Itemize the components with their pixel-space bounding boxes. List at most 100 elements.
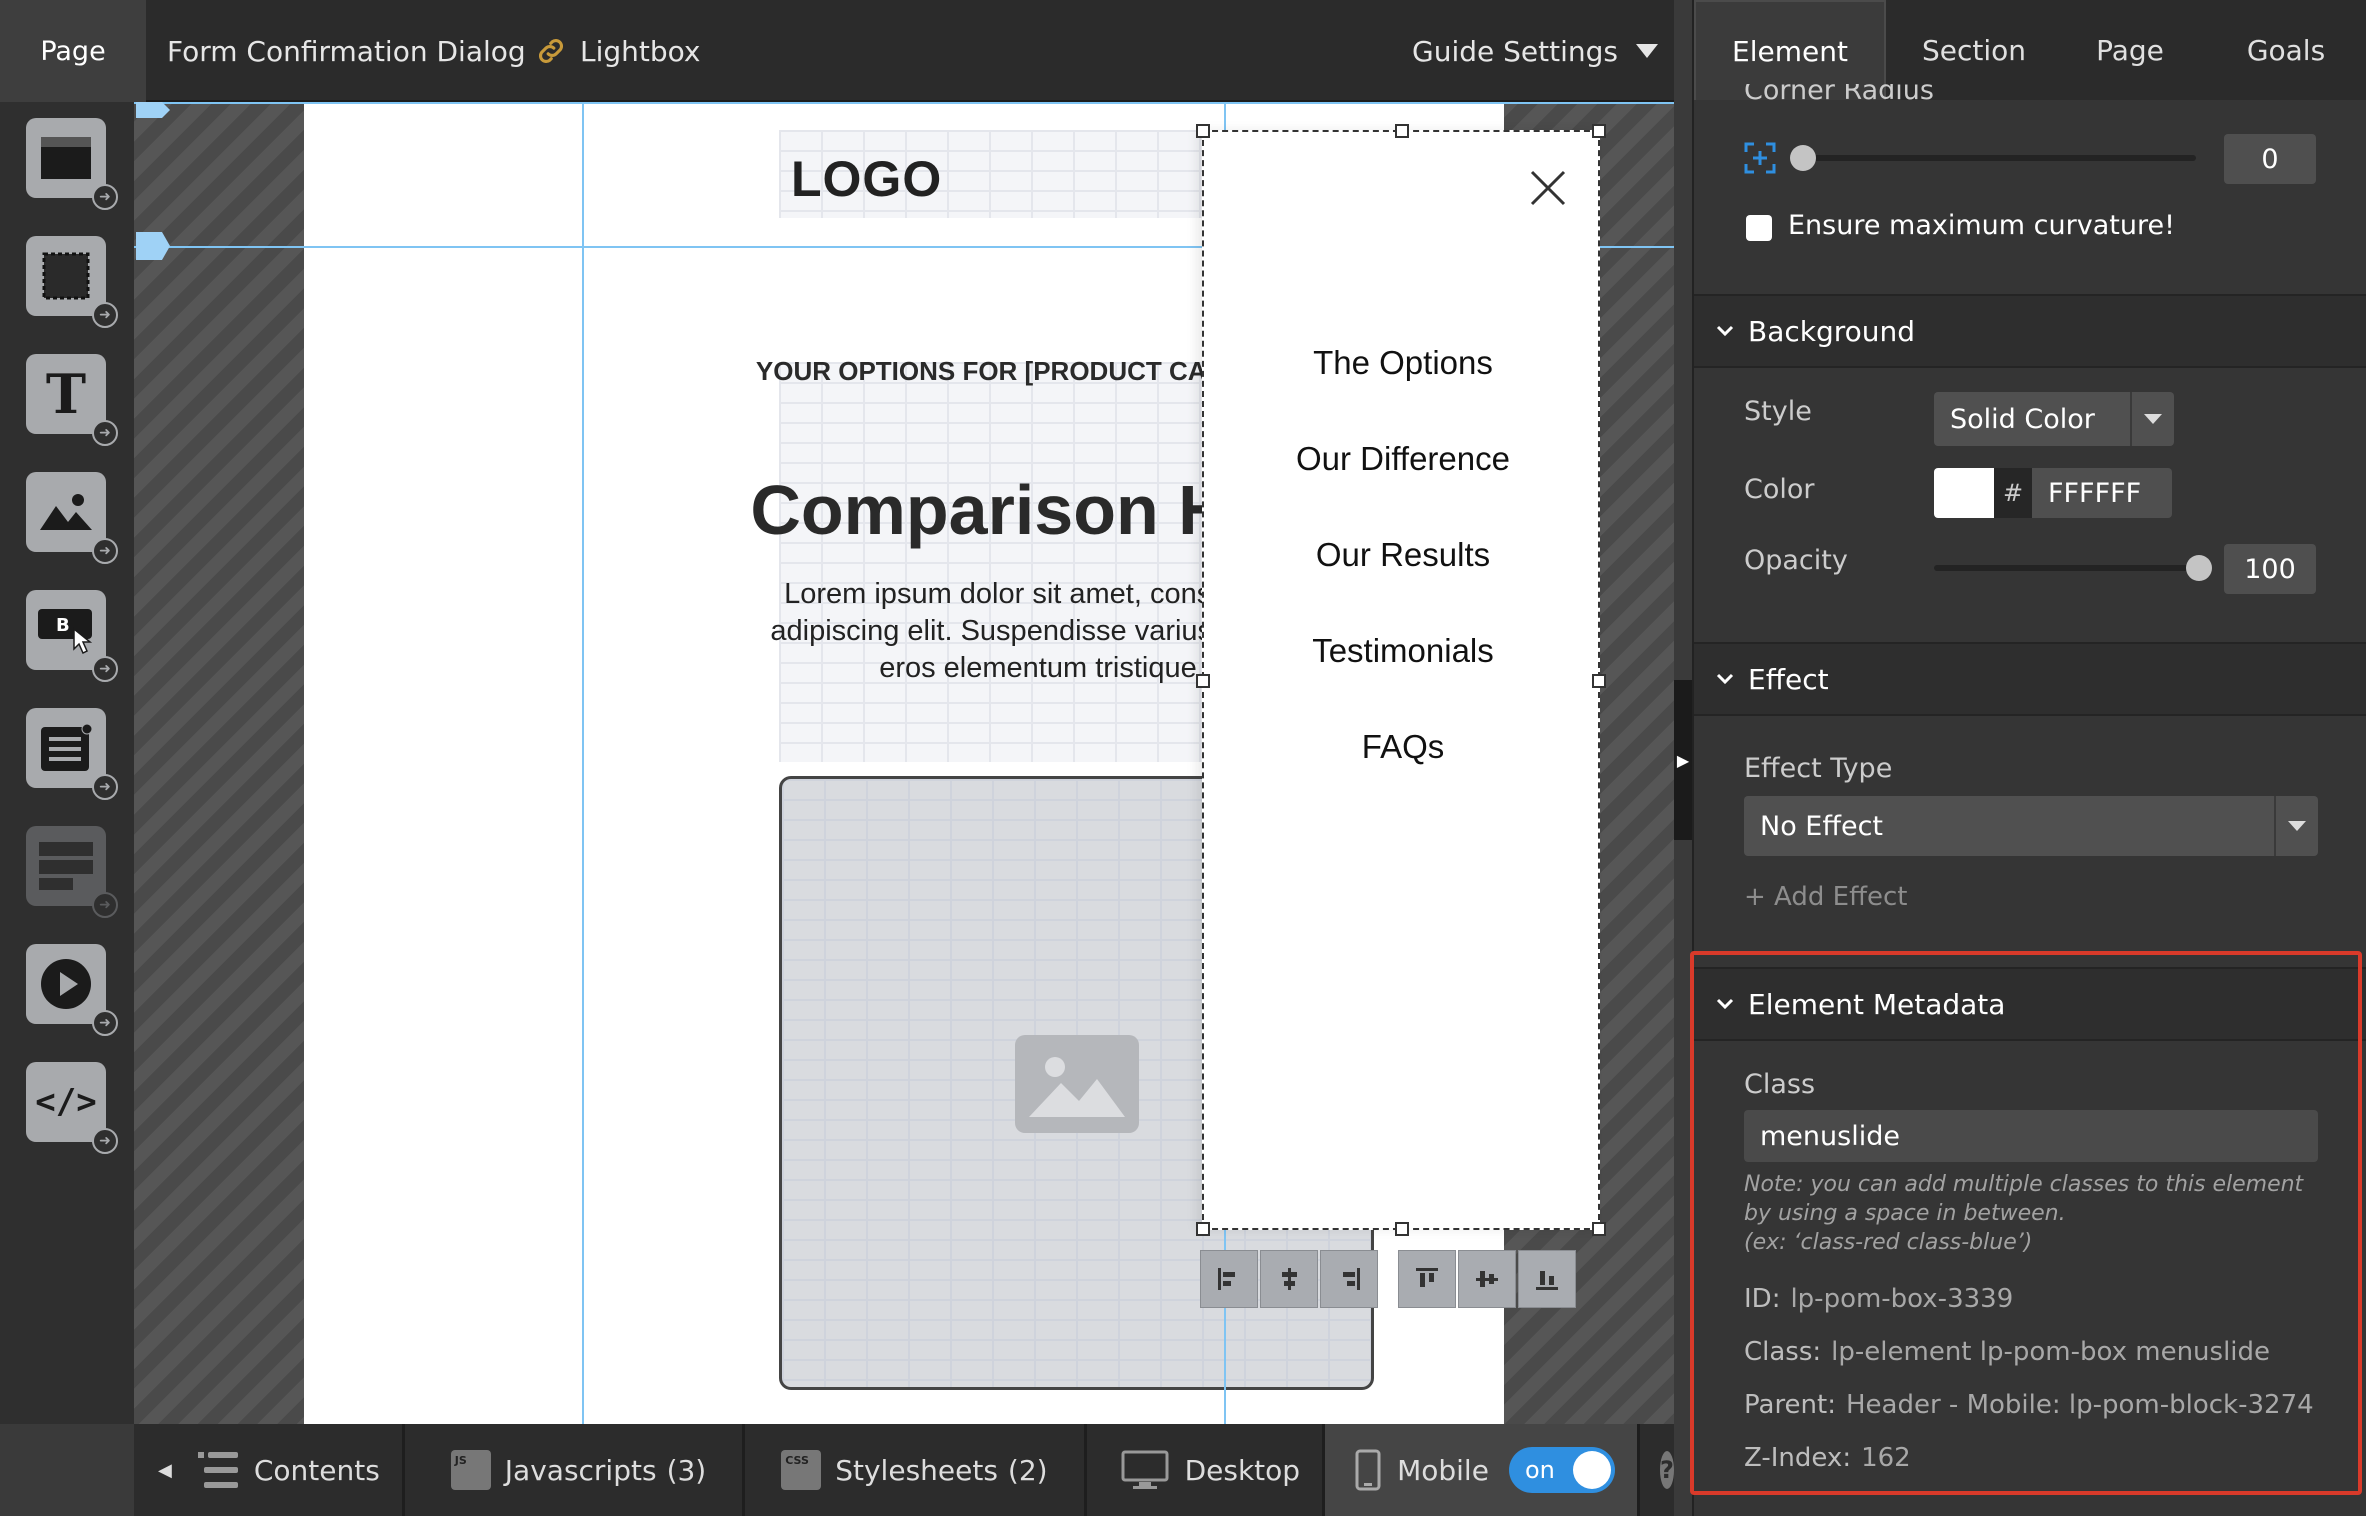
js-file-icon: JS <box>450 1450 491 1490</box>
ensure-curvature-checkbox[interactable] <box>1746 215 1772 241</box>
help-icon[interactable]: ? <box>1659 1451 1674 1489</box>
menu-link-difference[interactable]: Our Difference <box>1204 440 1602 478</box>
list-icon <box>197 1452 238 1488</box>
menu-link-options[interactable]: The Options <box>1204 344 1602 382</box>
menu-link-testimonials[interactable]: Testimonials <box>1204 632 1602 670</box>
image-tool[interactable]: ➜ <box>26 472 118 564</box>
alignment-toolbar <box>1200 1250 1578 1310</box>
video-tool[interactable]: ➜ <box>26 944 118 1036</box>
svg-text:B: B <box>56 615 70 636</box>
video-icon <box>41 959 91 1009</box>
align-top-button[interactable] <box>1398 1250 1456 1308</box>
parent-label: Parent: <box>1744 1390 1836 1420</box>
guide-line[interactable] <box>134 102 1674 104</box>
effect-type-select[interactable]: No Effect <box>1744 796 2318 856</box>
expand-arrow-icon: ➜ <box>92 302 118 328</box>
javascripts-button[interactable]: JS Javascripts (3) <box>405 1424 746 1516</box>
tab-goals[interactable]: Goals <box>2218 0 2354 100</box>
editor-canvas[interactable]: LOGO YOUR OPTIONS FOR [PRODUCT CATEGORY]… <box>134 102 1674 1424</box>
color-swatch[interactable] <box>1934 468 1994 518</box>
resize-handle[interactable] <box>1395 124 1409 138</box>
expand-arrow-icon: ➜ <box>92 1010 118 1036</box>
text-tool[interactable]: T ➜ <box>26 354 118 446</box>
guide-line[interactable] <box>582 102 584 1424</box>
top-bar: Page Form Confirmation Dialog Lightbox G… <box>0 0 1674 102</box>
tab-page[interactable]: Page <box>2066 0 2194 100</box>
corner-radius-slider[interactable] <box>1794 155 2196 161</box>
id-value: lp-pom-box-3339 <box>1790 1284 2014 1314</box>
chevron-down-icon <box>1716 325 1734 337</box>
align-right-icon <box>1343 1268 1360 1290</box>
guide-settings-dropdown[interactable]: Guide Settings <box>1412 0 1670 102</box>
corner-radius-input[interactable]: 0 <box>2224 134 2316 184</box>
custom-html-tool[interactable]: </> ➜ <box>26 1062 118 1154</box>
menu-link-results[interactable]: Our Results <box>1204 536 1602 574</box>
menu-slide-box[interactable]: The Options Our Difference Our Results T… <box>1196 124 1606 1236</box>
resize-handle[interactable] <box>1592 1222 1606 1236</box>
resize-handle[interactable] <box>1395 1222 1409 1236</box>
menu-link-faqs[interactable]: FAQs <box>1204 728 1602 766</box>
metadata-section-header[interactable]: Element Metadata <box>1694 967 2366 1041</box>
element-zindex: Z-Index: 162 <box>1744 1443 1911 1473</box>
resize-handle[interactable] <box>1196 1222 1210 1236</box>
effect-type-label: Effect Type <box>1744 753 1893 784</box>
add-effect-link[interactable]: + Add Effect <box>1744 882 1907 912</box>
slider-knob[interactable] <box>2186 555 2212 581</box>
stylesheets-count: (2) <box>1007 1453 1048 1487</box>
zindex-value: 162 <box>1861 1443 1911 1473</box>
section-tool[interactable]: ➜ <box>26 118 118 210</box>
logo[interactable]: LOGO <box>791 150 942 208</box>
style-value: Solid Color <box>1950 403 2095 435</box>
resize-handle[interactable] <box>1196 124 1210 138</box>
background-section-header[interactable]: Background <box>1694 294 2366 368</box>
align-bottom-button[interactable] <box>1518 1250 1576 1308</box>
align-middle-button[interactable] <box>1458 1250 1516 1308</box>
align-right-button[interactable] <box>1320 1250 1378 1308</box>
align-center-button[interactable] <box>1260 1250 1318 1308</box>
guide-marker-icon[interactable] <box>136 102 172 122</box>
guide-marker-icon[interactable] <box>136 232 172 266</box>
form-tool[interactable]: ➜ <box>26 708 118 800</box>
lightbox-tab[interactable]: Lightbox <box>534 0 701 102</box>
resize-handle[interactable] <box>1592 124 1606 138</box>
resize-handle[interactable] <box>1592 674 1606 688</box>
dropdown-arrow-icon <box>2130 392 2174 446</box>
stylesheets-button[interactable]: CSS Stylesheets (2) <box>745 1424 1087 1516</box>
caret-left-icon: ◀ <box>158 1459 172 1481</box>
align-left-button[interactable] <box>1200 1250 1258 1308</box>
page-tab[interactable]: Page <box>0 0 146 102</box>
desktop-view-button[interactable]: Desktop <box>1087 1424 1326 1516</box>
color-hex-input[interactable]: FFFFFF <box>2032 468 2172 518</box>
ensure-curvature-label: Ensure maximum curvature! <box>1788 210 2175 241</box>
collapse-panel-button[interactable]: ▶ <box>1674 680 1692 840</box>
section-icon <box>41 137 91 179</box>
form-icon <box>41 723 93 771</box>
mobile-view-button[interactable]: Mobile on <box>1325 1424 1640 1516</box>
box-tool[interactable]: ➜ <box>26 236 118 328</box>
widget-tool[interactable]: ➜ <box>26 826 118 918</box>
form-confirmation-dialog-tab[interactable]: Form Confirmation Dialog <box>167 0 526 102</box>
button-tool[interactable]: B ➜ <box>26 590 118 682</box>
widget-icon <box>39 842 93 890</box>
dropdown-arrow-icon <box>2274 796 2318 856</box>
resize-handle[interactable] <box>1196 674 1210 688</box>
opacity-slider[interactable] <box>1934 565 2198 571</box>
style-select[interactable]: Solid Color <box>1934 392 2174 446</box>
class-input[interactable]: menuslide <box>1744 1110 2318 1162</box>
effect-section-header[interactable]: Effect <box>1694 642 2366 716</box>
class-note-text: Note: you can add multiple classes to th… <box>1744 1172 2304 1226</box>
link-icon <box>538 38 564 64</box>
slider-knob[interactable] <box>1790 145 1816 171</box>
corner-radius-icon[interactable] <box>1744 142 1776 174</box>
contents-button[interactable]: ◀ Contents <box>134 1424 405 1516</box>
close-icon[interactable] <box>1530 170 1566 206</box>
expand-arrow-icon: ➜ <box>92 1128 118 1154</box>
effect-title: Effect <box>1748 662 1829 696</box>
expand-arrow-icon: ➜ <box>92 538 118 564</box>
opacity-input[interactable]: 100 <box>2224 544 2316 594</box>
guide-settings-label: Guide Settings <box>1412 34 1618 68</box>
desktop-icon <box>1121 1450 1169 1489</box>
chevron-down-icon <box>1716 998 1734 1010</box>
mobile-toggle[interactable]: on <box>1508 1447 1615 1493</box>
